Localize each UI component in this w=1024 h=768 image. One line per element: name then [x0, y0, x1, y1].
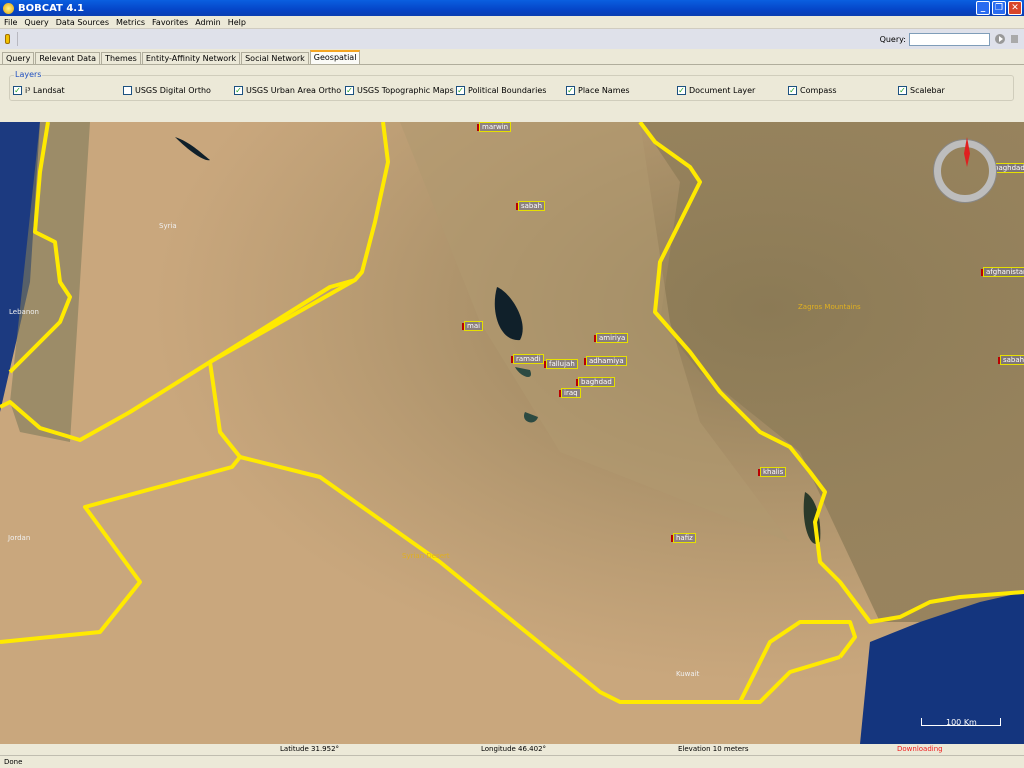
query-input[interactable] [909, 33, 990, 46]
layers-group: Layers ✓ i³ Landsat USGS Digital Ortho ✓ U… [9, 70, 1014, 101]
place-label[interactable]: marwin [476, 122, 512, 132]
database-icon[interactable] [5, 34, 10, 44]
layer-usgs-topographic-checkbox[interactable]: ✓ USGS Topographic Maps [345, 86, 454, 95]
layer-compass-checkbox[interactable]: ✓ Compass [788, 86, 837, 95]
menu-admin[interactable]: Admin [195, 18, 221, 27]
checkbox-icon[interactable]: ✓ [566, 86, 575, 95]
maximize-button[interactable]: ❐ [992, 1, 1006, 15]
map-view[interactable]: marwin sabah mai ramadi fallujah amiriya… [0, 122, 1024, 744]
checkbox-icon[interactable]: ✓ [13, 86, 22, 95]
layer-political-boundaries-checkbox[interactable]: ✓ Political Boundaries [456, 86, 546, 95]
checkbox-icon[interactable]: ✓ [677, 86, 686, 95]
place-label[interactable]: sabah [515, 201, 546, 211]
status-bar: Done [0, 755, 1024, 768]
geo-label-lebanon: Lebanon [9, 308, 39, 316]
menu-favorites[interactable]: Favorites [152, 18, 188, 27]
tab-bar: Query Relevant Data Themes Entity-Affini… [2, 50, 361, 64]
tab-query[interactable]: Query [2, 52, 35, 64]
minimize-button[interactable]: _ [976, 1, 990, 15]
downloading-status: Downloading [897, 745, 943, 753]
place-label[interactable]: mai [461, 321, 484, 331]
longitude-readout: Longitude 46.402° [481, 745, 547, 753]
place-label[interactable]: sabah [997, 355, 1024, 365]
map-status-bar: Latitude 31.952° Longitude 46.402° Eleva… [0, 744, 1024, 754]
layer-scalebar-checkbox[interactable]: ✓ Scalebar [898, 86, 945, 95]
window-title: BOBCAT 4.1 [18, 2, 85, 14]
layers-panel: Layers ✓ i³ Landsat USGS Digital Ortho ✓ U… [0, 64, 1024, 122]
latitude-readout: Latitude 31.952° [280, 745, 340, 753]
bobcat-logo-icon [3, 2, 14, 14]
tab-entity-affinity-network[interactable]: Entity-Affinity Network [141, 52, 241, 64]
layer-usgs-urban-area-ortho-checkbox[interactable]: ✓ USGS Urban Area Ortho [234, 86, 341, 95]
toolbar-separator [17, 32, 18, 46]
layer-document-checkbox[interactable]: ✓ Document Layer [677, 86, 755, 95]
status-text: Done [4, 758, 23, 766]
map-imagery [0, 122, 1024, 744]
query-label: Query: [879, 35, 906, 44]
geo-label-syrian-desert: Syrian Desert [402, 552, 450, 560]
tab-relevant-data[interactable]: Relevant Data [35, 52, 101, 64]
tab-geospatial[interactable]: Geospatial [309, 50, 361, 64]
place-label[interactable]: iraq [559, 388, 581, 398]
menu-data-sources[interactable]: Data Sources [56, 18, 109, 27]
geo-label-zagros-mountains: Zagros Mountains [798, 303, 861, 311]
checkbox-icon[interactable]: ✓ [456, 86, 465, 95]
tab-themes[interactable]: Themes [101, 52, 141, 64]
place-label[interactable]: hafiz [671, 533, 696, 543]
layer-place-names-checkbox[interactable]: ✓ Place Names [566, 86, 630, 95]
run-query-icon[interactable] [995, 34, 1005, 44]
geo-label-jordan: Jordan [8, 534, 31, 542]
stop-icon[interactable] [1011, 35, 1018, 43]
checkbox-icon[interactable]: ✓ [788, 86, 797, 95]
title-bar: BOBCAT 4.1 _ ❐ ✕ [0, 0, 1024, 16]
close-button[interactable]: ✕ [1008, 1, 1022, 15]
layer-landsat-checkbox[interactable]: ✓ i³ Landsat [13, 86, 65, 95]
checkbox-icon[interactable]: ✓ [898, 86, 907, 95]
checkbox-icon[interactable]: ✓ [345, 86, 354, 95]
place-label[interactable]: khalis [757, 467, 787, 477]
elevation-readout: Elevation 10 meters [678, 745, 749, 753]
toolbar [0, 29, 1024, 49]
place-label[interactable]: baghdad [576, 377, 615, 387]
place-label[interactable]: afghanistan [980, 267, 1024, 277]
layer-usgs-digital-ortho-checkbox[interactable]: USGS Digital Ortho [123, 86, 211, 95]
scalebar-label: 100 Km [946, 718, 977, 727]
menu-file[interactable]: File [4, 18, 17, 27]
geo-label-syria: Syria [159, 222, 177, 230]
menu-help[interactable]: Help [228, 18, 246, 27]
menu-query[interactable]: Query [24, 18, 48, 27]
place-label[interactable]: fallujah [544, 359, 578, 369]
layers-title: Layers [14, 70, 43, 79]
place-label[interactable]: adhamiya [584, 356, 627, 366]
geo-label-kuwait: Kuwait [676, 670, 700, 678]
place-label[interactable]: ramadi [511, 354, 544, 364]
menu-bar: File Query Data Sources Metrics Favorite… [0, 16, 1024, 29]
place-label[interactable]: amiriya [593, 333, 629, 343]
tab-social-network[interactable]: Social Network [241, 52, 309, 64]
checkbox-icon[interactable] [123, 86, 132, 95]
menu-metrics[interactable]: Metrics [116, 18, 145, 27]
checkbox-icon[interactable]: ✓ [234, 86, 243, 95]
